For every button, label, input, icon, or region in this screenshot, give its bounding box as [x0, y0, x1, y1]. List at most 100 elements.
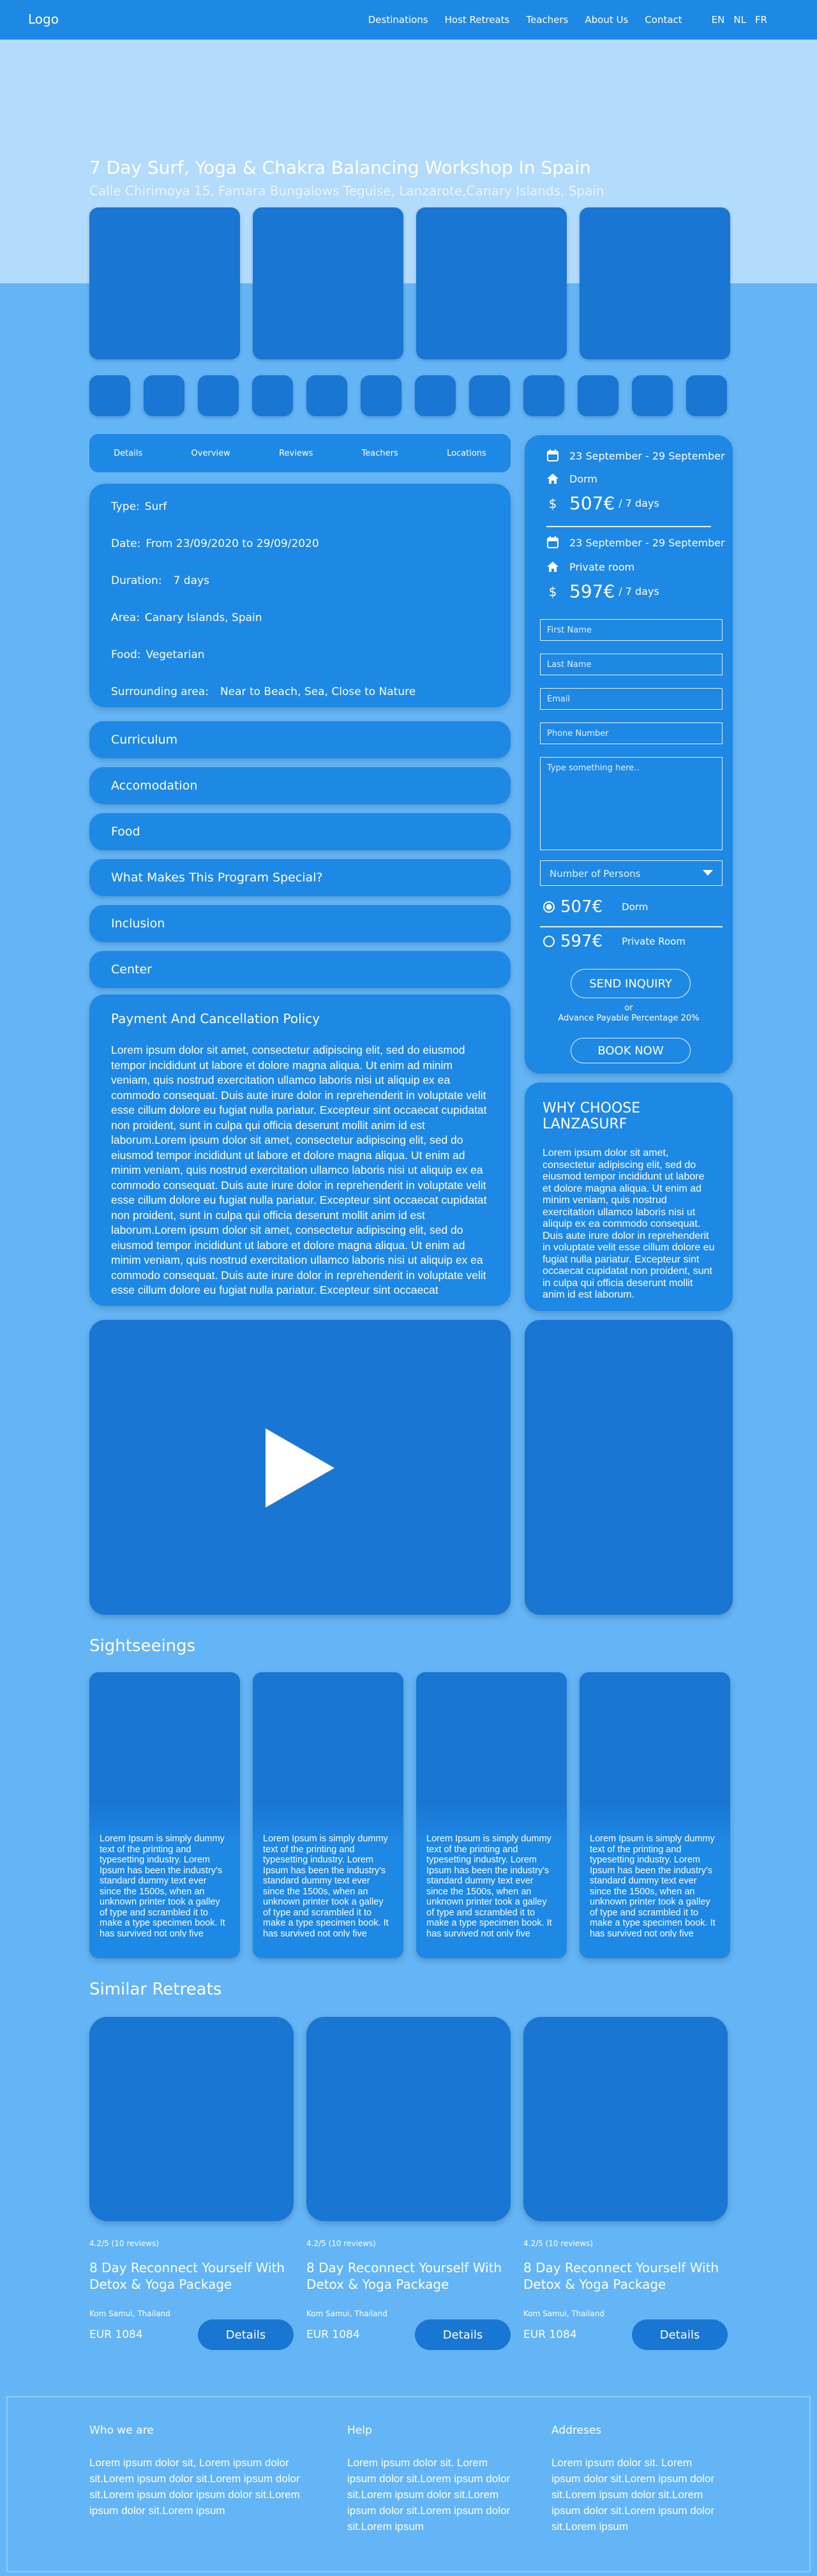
why-text: Lorem ipsum dolor sit amet, consectetur … — [543, 1148, 715, 1300]
lang-fr[interactable]: FR — [755, 14, 767, 26]
radio-dorm[interactable]: 507€ Dorm — [543, 897, 648, 917]
retreat-price: EUR 1084 — [306, 2328, 360, 2341]
accordion-food[interactable]: Food — [89, 813, 511, 850]
nav-host-retreats[interactable]: Host Retreats — [445, 14, 510, 26]
send-inquiry-button[interactable]: SEND INQUIRY — [571, 969, 691, 998]
email-field[interactable]: Email — [540, 688, 723, 710]
home-icon — [547, 474, 558, 484]
accordion-curriculum[interactable]: Curriculum — [89, 721, 511, 758]
footer-help-title: Help — [347, 2424, 372, 2437]
footer-addresses-title: Addreses — [551, 2424, 602, 2437]
details-button[interactable]: Details — [415, 2319, 511, 2350]
sightseeing-text: Lorem Ipsum is simply dummy text of the … — [100, 1834, 225, 1937]
retreat-image[interactable] — [89, 2017, 294, 2221]
retreat-location: Kom Samui, Thailand — [89, 2309, 170, 2318]
accordion-inclusion[interactable]: Inclusion — [89, 905, 511, 942]
gallery-thumbnail[interactable] — [578, 375, 618, 416]
lang-nl[interactable]: NL — [733, 14, 746, 26]
top-navbar: Logo Destinations Host Retreats Teachers… — [0, 0, 817, 40]
radio-unselected-icon — [543, 936, 555, 947]
sightseeing-text: Lorem Ipsum is simply dummy text of the … — [263, 1834, 389, 1937]
logo[interactable]: Logo — [28, 11, 59, 27]
retreat-address: Calle Chirimoya 15, Famara Bungalows Teg… — [89, 183, 604, 198]
language-switcher: EN NL FR — [712, 14, 767, 26]
gallery-image[interactable] — [416, 207, 567, 359]
sightseeing-card[interactable]: Lorem Ipsum is simply dummy text of the … — [89, 1672, 240, 1958]
retreat-title[interactable]: 8 Day Reconnect Yourself With Detox & Yo… — [89, 2259, 300, 2293]
accordion-program-special[interactable]: What Makes This Program Special? — [89, 859, 511, 896]
nav-about-us[interactable]: About Us — [585, 14, 628, 26]
gallery-image[interactable] — [89, 207, 240, 359]
sightseeing-card[interactable]: Lorem Ipsum is simply dummy text of the … — [580, 1672, 730, 1958]
retreat-image[interactable] — [306, 2017, 511, 2221]
detail-date: Date: From 23/09/2020 to 29/09/2020 — [111, 537, 319, 550]
nav-destinations[interactable]: Destinations — [368, 14, 428, 26]
home-icon — [547, 562, 558, 572]
retreat-title[interactable]: 8 Day Reconnect Yourself With Detox & Yo… — [523, 2259, 734, 2293]
radio-private-room[interactable]: 597€ Private Room — [543, 932, 686, 951]
gallery-thumbnail[interactable] — [361, 375, 401, 416]
why-choose-card: WHY CHOOSE LANZASURF Lorem ipsum dolor s… — [525, 1082, 733, 1311]
option-price: $ 507€ / 7 days — [546, 493, 659, 514]
nav-teachers[interactable]: Teachers — [526, 14, 568, 26]
book-now-button[interactable]: BOOK NOW — [571, 1038, 691, 1063]
detail-area: Area: Canary Islands, Spain — [111, 611, 262, 624]
gallery-thumbnail[interactable] — [144, 375, 184, 416]
last-name-field[interactable]: Last Name — [540, 654, 723, 675]
accordion-center[interactable]: Center — [89, 951, 511, 988]
gallery-image[interactable] — [580, 207, 730, 359]
tab-locations[interactable]: Locations — [447, 449, 486, 458]
first-name-field[interactable]: First Name — [540, 619, 723, 641]
retreat-price: EUR 1084 — [523, 2328, 577, 2341]
video-player[interactable] — [89, 1320, 511, 1615]
tab-teachers[interactable]: Teachers — [362, 449, 398, 458]
dollar-icon: $ — [548, 495, 557, 511]
gallery-thumbnail[interactable] — [252, 375, 293, 416]
option-room: Private room — [546, 560, 634, 573]
gallery-thumbnail[interactable] — [198, 375, 239, 416]
nav-contact[interactable]: Contact — [645, 14, 682, 26]
calendar-icon — [547, 449, 558, 461]
sightseeing-card[interactable]: Lorem Ipsum is simply dummy text of the … — [416, 1672, 567, 1958]
option-price: $ 597€ / 7 days — [546, 581, 659, 602]
lang-en[interactable]: EN — [712, 14, 725, 26]
gallery-thumbnail[interactable] — [306, 375, 347, 416]
play-icon[interactable] — [266, 1428, 334, 1508]
main-nav: Destinations Host Retreats Teachers Abou… — [368, 14, 767, 26]
footer-who-we-are-title: Who we are — [89, 2424, 154, 2437]
gallery-thumbnail[interactable] — [415, 375, 456, 416]
gallery-thumbnail[interactable] — [523, 375, 564, 416]
detail-surrounding-area: Surrounding area: Near to Beach, Sea, Clo… — [111, 685, 416, 698]
details-button[interactable]: Details — [198, 2319, 294, 2350]
accordion-accomodation[interactable]: Accomodation — [89, 767, 511, 804]
policy-text: Lorem ipsum dolor sit amet, consectetur … — [111, 1044, 487, 1296]
retreat-title[interactable]: 8 Day Reconnect Yourself With Detox & Yo… — [306, 2259, 517, 2293]
persons-select[interactable]: Number of Persons — [540, 860, 723, 886]
gallery-thumbnail[interactable] — [632, 375, 673, 416]
gallery-image[interactable] — [253, 207, 403, 359]
retreat-rating: 4.2/5 (10 reviews) — [89, 2239, 159, 2248]
gallery-thumbnail[interactable] — [686, 375, 727, 416]
tab-details[interactable]: Details — [114, 449, 142, 458]
option-room: Dorm — [546, 472, 597, 485]
option-dates: 23 September - 29 September — [546, 536, 725, 549]
message-textarea[interactable]: Type something here.. — [540, 757, 723, 850]
divider — [540, 926, 723, 927]
booking-panel: 23 September - 29 September Dorm $ 507€ … — [525, 435, 733, 1074]
retreat-price: EUR 1084 — [89, 2328, 143, 2341]
footer-help-text: Lorem ipsum dolor sit. Lorem ipsum dolor… — [347, 2457, 511, 2533]
gallery-thumbnail[interactable] — [469, 375, 510, 416]
details-button[interactable]: Details — [632, 2319, 728, 2350]
retreat-location: Kom Samui, Thailand — [523, 2309, 604, 2318]
sightseeing-card[interactable]: Lorem Ipsum is simply dummy text of the … — [253, 1672, 403, 1958]
gallery-thumbnail[interactable] — [89, 375, 130, 416]
payment-policy-card: Payment And Cancellation Policy Lorem ip… — [89, 994, 511, 1306]
policy-title: Payment And Cancellation Policy — [111, 1011, 320, 1026]
tab-overview[interactable]: Overview — [191, 449, 230, 458]
detail-type: Type: Surf — [111, 500, 167, 513]
tab-reviews[interactable]: Reviews — [279, 449, 313, 458]
retreat-details-card: Type: Surf Date: From 23/09/2020 to 29/09/… — [89, 484, 511, 707]
retreat-image[interactable] — [523, 2017, 728, 2221]
phone-field[interactable]: Phone Number — [540, 723, 723, 744]
sightseeings-title: Sightseeings — [89, 1636, 196, 1656]
